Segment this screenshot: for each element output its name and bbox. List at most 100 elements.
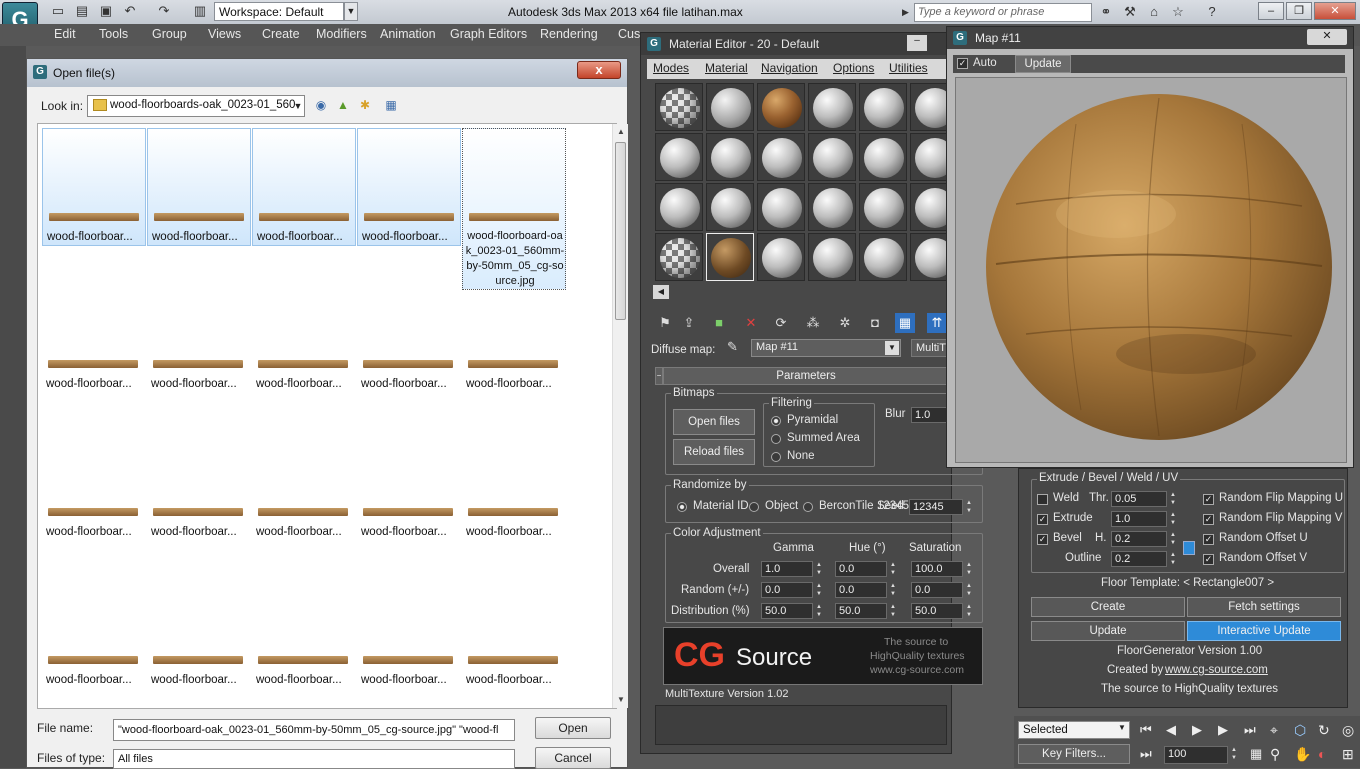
- scroll-thumb[interactable]: [615, 142, 626, 320]
- eyedropper-icon[interactable]: ✎: [727, 339, 738, 355]
- spinner[interactable]: ▲ ▼: [1230, 746, 1238, 764]
- random-saturation-input[interactable]: 0.0: [911, 582, 963, 598]
- auto-checkbox[interactable]: ✓: [957, 58, 968, 69]
- zoom-icon[interactable]: ⚲: [1270, 746, 1280, 763]
- weld-checkbox[interactable]: [1037, 494, 1048, 505]
- parameters-rollout[interactable]: Parameters: [663, 367, 949, 385]
- reset-map-icon[interactable]: ✕: [741, 313, 761, 333]
- material-slot[interactable]: [808, 233, 856, 281]
- undo-icon[interactable]: ↶: [122, 3, 138, 19]
- flip-u-checkbox[interactable]: ✓: [1203, 494, 1214, 505]
- next-frame-icon[interactable]: ▶: [1218, 722, 1228, 738]
- summed-area-radio[interactable]: [771, 434, 781, 444]
- spinner[interactable]: ▲ ▼: [1169, 551, 1177, 567]
- redo-icon[interactable]: ↷: [156, 3, 172, 19]
- vertical-scrollbar[interactable]: ▲ ▼: [612, 124, 628, 708]
- material-slot[interactable]: [655, 233, 703, 281]
- pyramidal-radio[interactable]: [771, 416, 781, 426]
- spinner[interactable]: ▲ ▼: [965, 561, 973, 577]
- material-slot[interactable]: [859, 83, 907, 131]
- extrude-input[interactable]: 1.0: [1111, 511, 1167, 527]
- file-thumbnail[interactable]: wood-floorboar...: [147, 128, 251, 246]
- material-slot[interactable]: [910, 83, 948, 131]
- go-to-end-icon[interactable]: ⏭: [1244, 722, 1256, 738]
- menu-create[interactable]: Create: [262, 27, 300, 41]
- flip-v-checkbox[interactable]: ✓: [1203, 514, 1214, 525]
- get-material-icon[interactable]: ⚑: [655, 313, 675, 333]
- distribution-saturation-input[interactable]: 50.0: [911, 603, 963, 619]
- material-slot[interactable]: [910, 133, 948, 181]
- material-slot[interactable]: [859, 133, 907, 181]
- menu-options[interactable]: Options: [833, 61, 874, 75]
- material-slot[interactable]: [910, 233, 948, 281]
- menu-modifiers[interactable]: Modifiers: [316, 27, 367, 41]
- object-radio[interactable]: [749, 502, 759, 512]
- open-files-button[interactable]: Open files: [673, 409, 755, 435]
- key-mode-icon[interactable]: ⏭: [1140, 746, 1152, 762]
- seed-input[interactable]: 12345: [909, 499, 963, 515]
- menu-edit[interactable]: Edit: [54, 27, 76, 41]
- scroll-up-icon[interactable]: ▲: [613, 124, 629, 140]
- random-gamma-input[interactable]: 0.0: [761, 582, 813, 598]
- community-icon[interactable]: ⌂: [1146, 4, 1162, 20]
- put-to-scene-icon[interactable]: ⇪: [679, 313, 699, 333]
- random-hue-input[interactable]: 0.0: [835, 582, 887, 598]
- make-unique-icon[interactable]: ⁂: [803, 313, 823, 333]
- file-thumbnail[interactable]: wood-floorboar...: [357, 346, 461, 464]
- file-thumbnail[interactable]: wood-floorboar...: [42, 642, 146, 702]
- cancel-button[interactable]: Cancel: [535, 747, 611, 769]
- menu-views[interactable]: Views: [208, 27, 241, 41]
- scroll-down-icon[interactable]: ▼: [613, 692, 629, 708]
- spinner[interactable]: ▲ ▼: [815, 561, 823, 577]
- look-in-select[interactable]: wood-floorboards-oak_0023-01_560: [87, 95, 305, 117]
- material-slot-active[interactable]: [706, 233, 754, 281]
- menu-tools[interactable]: Tools: [99, 27, 128, 41]
- bevel-checkbox[interactable]: ✓: [1037, 534, 1048, 545]
- material-slot[interactable]: [655, 183, 703, 231]
- map-window-title-bar[interactable]: G Map #11 ✕: [947, 27, 1353, 49]
- material-slot[interactable]: [910, 183, 948, 231]
- view-menu-icon[interactable]: ▦: [383, 97, 399, 113]
- spinner[interactable]: ▲ ▼: [889, 603, 897, 619]
- favorite-star-icon[interactable]: ☆: [1170, 4, 1186, 20]
- new-folder-icon[interactable]: ✱: [357, 97, 373, 113]
- material-slot[interactable]: [706, 183, 754, 231]
- distribution-hue-input[interactable]: 50.0: [835, 603, 887, 619]
- material-slot[interactable]: [757, 133, 805, 181]
- scroll-left-icon[interactable]: ◀: [653, 285, 669, 299]
- file-thumbnail[interactable]: wood-floorboar...: [42, 494, 146, 612]
- spinner[interactable]: ▲ ▼: [889, 561, 897, 577]
- file-thumbnail[interactable]: wood-floorboar...: [462, 346, 566, 464]
- expand-search-icon[interactable]: ▶: [902, 3, 914, 22]
- key-filters-button[interactable]: Key Filters...: [1018, 744, 1130, 764]
- menu-navigation[interactable]: Navigation: [761, 61, 818, 75]
- search-input[interactable]: Type a keyword or phrase: [914, 3, 1092, 22]
- file-thumbnail[interactable]: wood-floorboar...: [357, 494, 461, 612]
- material-slot[interactable]: [757, 233, 805, 281]
- reload-files-button[interactable]: Reload files: [673, 439, 755, 465]
- overall-gamma-input[interactable]: 1.0: [761, 561, 813, 577]
- create-button[interactable]: Create: [1031, 597, 1185, 617]
- offset-v-checkbox[interactable]: ✓: [1203, 554, 1214, 565]
- spinner[interactable]: ▲ ▼: [965, 603, 973, 619]
- material-editor-title-bar[interactable]: G Material Editor - 20 - Default –: [641, 33, 951, 55]
- cg-source-link[interactable]: www.cg-source.com: [1165, 664, 1268, 676]
- menu-rendering[interactable]: Rendering: [540, 27, 598, 41]
- interactive-update-button[interactable]: Interactive Update: [1187, 621, 1341, 641]
- file-name-input[interactable]: "wood-floorboard-oak_0023-01_560mm-by-50…: [113, 719, 515, 741]
- min-max-toggle-icon[interactable]: ⊞: [1342, 746, 1354, 763]
- minimize-button[interactable]: –: [907, 35, 927, 51]
- fov-icon[interactable]: ◎: [1342, 722, 1354, 739]
- offset-u-checkbox[interactable]: ✓: [1203, 534, 1214, 545]
- distribution-gamma-input[interactable]: 50.0: [761, 603, 813, 619]
- overall-saturation-input[interactable]: 100.0: [911, 561, 963, 577]
- material-slot[interactable]: [655, 133, 703, 181]
- new-file-icon[interactable]: ▭: [50, 3, 66, 19]
- menu-graph-editors[interactable]: Graph Editors: [450, 27, 527, 41]
- previous-frame-icon[interactable]: ◀: [1166, 722, 1176, 738]
- overall-hue-input[interactable]: 0.0: [835, 561, 887, 577]
- menu-animation[interactable]: Animation: [380, 27, 436, 41]
- material-slot[interactable]: [859, 233, 907, 281]
- map-type-button[interactable]: MultiT: [911, 339, 951, 357]
- back-icon[interactable]: ◉: [313, 97, 329, 113]
